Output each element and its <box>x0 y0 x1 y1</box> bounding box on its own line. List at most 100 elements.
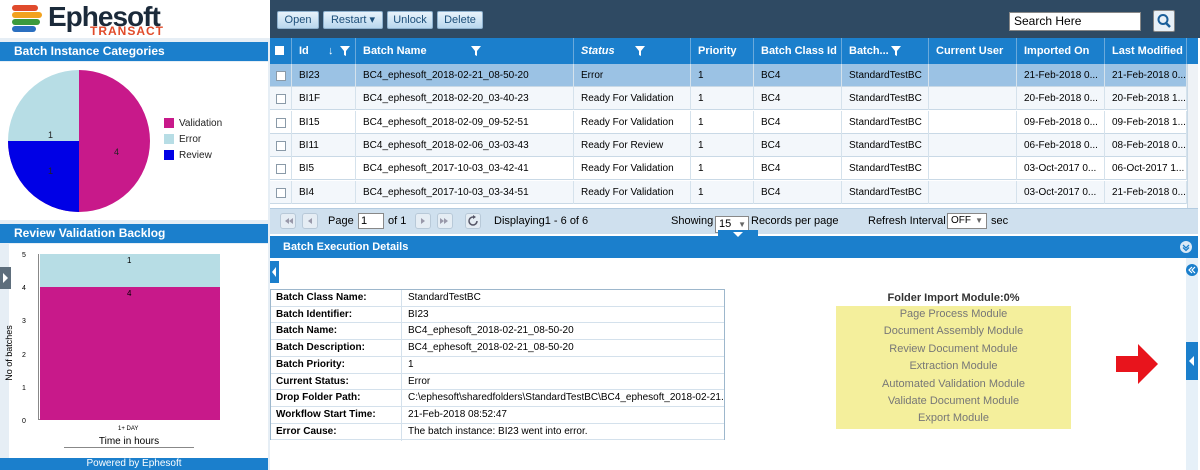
row-checkbox-cell[interactable] <box>270 64 292 87</box>
cell-name: BC4_ephesoft_2018-02-09_09-52-51 <box>356 110 574 134</box>
ytick: 4 <box>22 285 26 292</box>
right-expand-handle[interactable] <box>1186 342 1198 380</box>
first-page-button[interactable] <box>280 213 296 229</box>
backlog-panel-title: Review Validation Backlog <box>0 224 268 243</box>
refresh-interval-select[interactable]: OFF ▼ <box>947 213 987 229</box>
row-checkbox-cell[interactable] <box>270 180 292 204</box>
cell-name: BC4_ephesoft_2018-02-21_08-50-20 <box>356 64 574 87</box>
restart-button[interactable]: Restart ▾ <box>323 11 383 29</box>
table-row[interactable]: BI15 BC4_ephesoft_2018-02-09_09-52-51 Read… <box>270 110 1198 134</box>
cell-imported: 20-Feb-2018 0... <box>1017 87 1105 111</box>
logo-mark-icon <box>12 5 44 33</box>
header-priority[interactable]: Priority <box>691 38 754 64</box>
chevron-right-icon <box>3 273 8 283</box>
header-id[interactable]: Id ↓ <box>292 38 356 64</box>
header-batch-class-id[interactable]: Batch Class Id <box>754 38 842 64</box>
detail-row: Current Status: Error <box>271 373 724 391</box>
splitter-handle[interactable] <box>718 230 758 240</box>
cell-modified: 09-Feb-2018 1... <box>1105 110 1187 134</box>
detail-row: Drop Folder Path: C:\ephesoft\sharedfolde… <box>271 390 724 408</box>
expand-left-handle[interactable] <box>0 267 11 289</box>
backlog-xlabel: Time in hours <box>64 436 194 448</box>
prev-page-button[interactable] <box>302 213 318 229</box>
cell-priority: 1 <box>691 180 754 204</box>
header-imported-on[interactable]: Imported On <box>1017 38 1105 64</box>
logo-subtitle: TRANSACT <box>90 24 164 38</box>
row-checkbox-cell[interactable] <box>270 110 292 134</box>
ytick: 2 <box>22 352 26 359</box>
collapse-panel-icon[interactable] <box>1180 241 1192 253</box>
row-checkbox-cell[interactable] <box>270 157 292 181</box>
detail-value: StandardTestBC <box>408 292 481 303</box>
refresh-button[interactable] <box>465 213 481 229</box>
row-checkbox[interactable] <box>276 164 286 175</box>
last-page-icon <box>440 218 448 224</box>
refresh-interval-value: OFF <box>951 215 971 226</box>
page-input[interactable]: 1 <box>358 213 384 229</box>
open-button[interactable]: Open <box>277 11 319 29</box>
header-select-all[interactable] <box>270 38 292 64</box>
row-checkbox-cell[interactable] <box>270 133 292 157</box>
header-status[interactable]: Status <box>574 38 691 64</box>
cell-id: BI15 <box>292 110 356 134</box>
table-row[interactable]: BI5 BC4_ephesoft_2017-10-03_03-42-41 Ready… <box>270 157 1198 181</box>
header-last-modified[interactable]: Last Modified <box>1105 38 1187 64</box>
header-status-label: Status <box>581 45 615 57</box>
delete-button[interactable]: Delete <box>437 11 483 29</box>
table-row[interactable]: BI11 BC4_ephesoft_2018-02-06_03-03-43 Read… <box>270 133 1198 157</box>
detail-divider <box>401 323 402 341</box>
cell-user <box>929 180 1017 204</box>
detail-row: Error Cause: The batch instance: BI23 wen… <box>271 423 724 441</box>
detail-divider <box>401 373 402 391</box>
filter-icon <box>471 46 481 56</box>
records-label: Records per page <box>751 215 839 227</box>
chevron-left-icon <box>272 267 276 277</box>
filter-icon <box>340 46 350 56</box>
row-checkbox-cell[interactable] <box>270 87 292 111</box>
search-input[interactable]: Search Here <box>1009 12 1141 31</box>
legend-label-validation: Validation <box>179 118 223 129</box>
unlock-button[interactable]: Unlock <box>387 11 433 29</box>
ytick: 0 <box>22 418 26 425</box>
header-batch-class[interactable]: Batch... <box>842 38 929 64</box>
cell-class-id: BC4 <box>754 110 842 134</box>
row-checkbox[interactable] <box>276 187 286 198</box>
legend-item-error: Error <box>164 134 222 145</box>
double-chevron-left-icon[interactable] <box>1186 264 1198 276</box>
table-row[interactable]: BI23 BC4_ephesoft_2018-02-21_08-50-20 Erro… <box>270 64 1198 87</box>
row-checkbox[interactable] <box>276 94 286 105</box>
header-batch-name[interactable]: Batch Name <box>356 38 574 64</box>
header-current-user[interactable]: Current User <box>929 38 1017 64</box>
cell-priority: 1 <box>691 64 754 87</box>
detail-value: The batch instance: BI23 went into error… <box>408 425 588 437</box>
detail-row: Batch Identifier: BI23 <box>271 306 724 324</box>
module-item: Extraction Module <box>909 360 998 373</box>
cell-imported: 03-Oct-2017 0... <box>1017 157 1105 181</box>
next-page-button[interactable] <box>415 213 431 229</box>
detail-value: BI23 <box>408 308 429 320</box>
cell-priority: 1 <box>691 133 754 157</box>
grid-scrollbar[interactable] <box>1187 64 1198 208</box>
table-row[interactable]: BI4 BC4_ephesoft_2017-10-03_03-34-51 Ready… <box>270 180 1198 204</box>
red-arrow-icon <box>1116 344 1158 384</box>
categories-panel: 4 1 1 Validation Error Review <box>0 62 268 220</box>
detail-label: Current Status: <box>276 375 349 387</box>
module-list: Page Process Module Document Assembly Mod… <box>836 306 1071 429</box>
bar-validation-label: 4 <box>127 289 132 298</box>
header-batch-class-label: Batch... <box>849 45 889 57</box>
table-row[interactable]: BI1F BC4_ephesoft_2018-02-20_03-40-23 Read… <box>270 87 1198 111</box>
row-checkbox[interactable] <box>276 140 286 151</box>
left-collapse-handle[interactable] <box>270 261 279 283</box>
search-button[interactable] <box>1153 10 1175 32</box>
cell-modified: 08-Feb-2018 0... <box>1105 133 1187 157</box>
row-checkbox[interactable] <box>276 71 286 81</box>
backlog-category: 1+ DAY <box>118 426 139 432</box>
legend-item-review: Review <box>164 150 222 161</box>
module-item: Page Process Module <box>899 308 1008 320</box>
detail-value: BC4_ephesoft_2018-02-21_08-50-20 <box>408 342 574 354</box>
last-page-button[interactable] <box>437 213 453 229</box>
cell-class-id: BC4 <box>754 180 842 204</box>
cell-batch: StandardTestBC <box>842 64 929 87</box>
row-checkbox[interactable] <box>276 117 286 128</box>
cell-imported: 06-Feb-2018 0... <box>1017 133 1105 157</box>
